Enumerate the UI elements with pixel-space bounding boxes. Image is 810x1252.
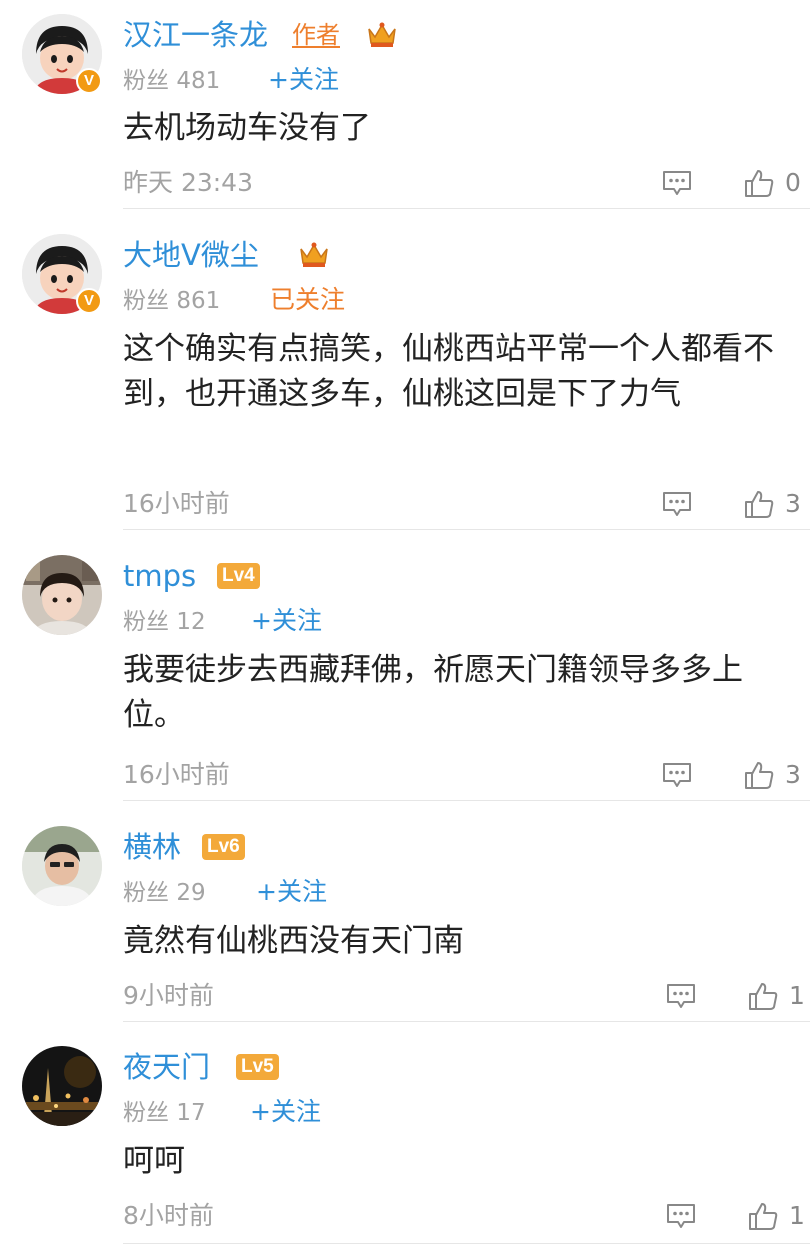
comment-time: 8小时前 [123, 1201, 214, 1230]
thumbs-up-icon[interactable] [748, 1201, 778, 1231]
follow-button[interactable]: +关注 [250, 1097, 321, 1127]
fans-label: 粉丝 [123, 1100, 169, 1126]
fans-count: 粉丝 17 [123, 1099, 206, 1127]
level-badge: Lv5 [236, 1054, 279, 1080]
avatar[interactable] [22, 1046, 102, 1126]
divider [123, 1243, 810, 1244]
comment-item: 夜天门 Lv5 粉丝 17 +关注 呵呵 8小时前 1 [0, 0, 810, 1252]
fans-value: 17 [176, 1100, 206, 1126]
comment-text: 呵呵 [123, 1143, 185, 1179]
like-count: 1 [789, 1201, 805, 1230]
comment-bubble-icon[interactable] [666, 1202, 696, 1230]
user-name[interactable]: 夜天门 [123, 1049, 210, 1085]
